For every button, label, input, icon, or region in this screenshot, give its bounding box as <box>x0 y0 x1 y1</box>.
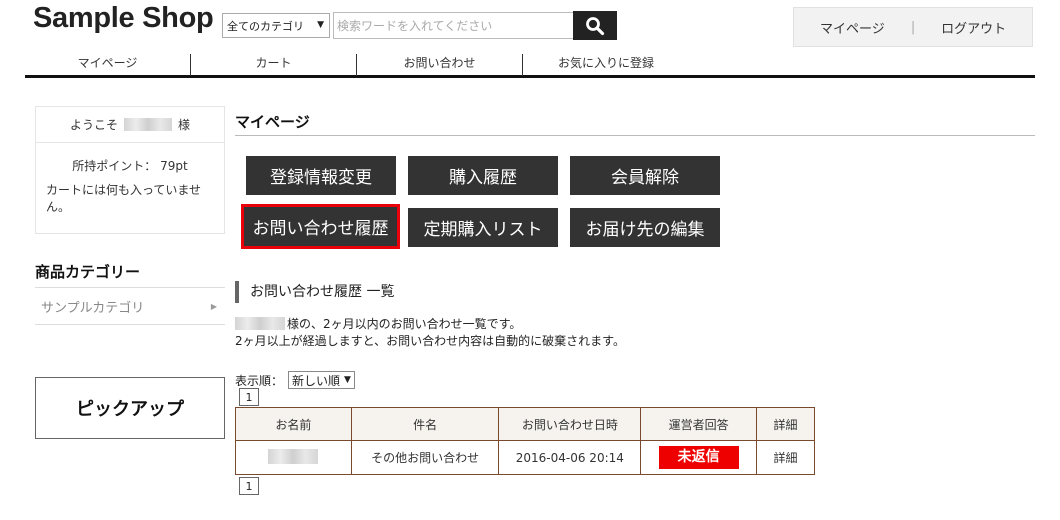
logout-link[interactable]: ログアウト <box>915 18 1032 37</box>
search-button[interactable] <box>573 11 617 40</box>
search-placeholder: 検索ワードを入れてください <box>337 19 493 33</box>
search-input[interactable]: 検索ワードを入れてください <box>333 12 574 39</box>
category-heading: 商品カテゴリー <box>35 263 141 281</box>
shop-logo[interactable]: Sample Shop <box>33 2 214 35</box>
cart-status: カートには何も入っていません。 <box>46 183 202 214</box>
inquiry-description: 様の、2ヶ月以内のお問い合わせ一覧です。 2ヶ月以上が経過しますと、お問い合わせ… <box>235 316 625 350</box>
column-header-subject: 件名 <box>350 407 500 441</box>
chevron-down-icon: ▼ <box>344 375 351 385</box>
column-header-detail: 詳細 <box>756 407 815 441</box>
title-divider <box>235 135 1035 136</box>
chevron-right-icon: ▶ <box>210 301 217 311</box>
cell-name <box>235 440 352 475</box>
redacted-username <box>268 448 319 464</box>
description-line-2: 2ヶ月以上が経過しますと、お問い合わせ内容は自動的に破棄されます。 <box>235 334 625 348</box>
column-header-name: お名前 <box>235 407 352 441</box>
welcome-prefix: ようこそ <box>69 118 118 132</box>
sort-select-value: 新しい順 <box>292 373 341 388</box>
chevron-down-icon: ▼ <box>317 20 324 30</box>
gnav-contact[interactable]: お問い合わせ <box>357 54 523 76</box>
subscription-list-button[interactable]: 定期購入リスト <box>408 208 558 247</box>
table-row: その他お問い合わせ 2016-04-06 20:14 未返信 詳細 <box>235 440 815 475</box>
header-mypage-link[interactable]: マイページ <box>794 18 911 37</box>
table-header-row: お名前 件名 お問い合わせ日時 運営者回答 詳細 <box>235 407 815 441</box>
pager-top-page-1[interactable]: 1 <box>239 388 259 406</box>
edit-registration-button[interactable]: 登録情報変更 <box>246 156 396 195</box>
pager-bottom-page-1[interactable]: 1 <box>239 477 259 495</box>
sidebar-category-item[interactable]: サンプルカテゴリ ▶ <box>35 287 225 325</box>
cell-reply-status: 未返信 <box>640 440 758 475</box>
edit-shipping-button[interactable]: お届け先の編集 <box>570 208 720 247</box>
points-display: 所持ポイント： 79pt <box>72 159 188 173</box>
inquiry-history-button[interactable]: お問い合わせ履歴 <box>241 204 400 249</box>
global-nav: マイページ カート お問い合わせ お気に入りに登録 <box>25 54 1035 78</box>
description-line-1: 様の、2ヶ月以内のお問い合わせ一覧です。 <box>235 316 625 333</box>
gnav-mypage[interactable]: マイページ <box>25 54 191 76</box>
inquiry-history-table: お名前 件名 お問い合わせ日時 運営者回答 詳細 その他お問い合わせ 2016-… <box>235 407 815 475</box>
gnav-favorite[interactable]: お気に入りに登録 <box>523 54 689 76</box>
purchase-history-button[interactable]: 購入履歴 <box>408 156 558 195</box>
welcome-message: ようこそ 様 <box>36 107 224 143</box>
category-select-value: 全てのカテゴリ <box>227 19 304 33</box>
sort-label: 表示順： <box>235 373 284 388</box>
withdraw-membership-button[interactable]: 会員解除 <box>570 156 720 195</box>
cell-datetime: 2016-04-06 20:14 <box>498 440 642 475</box>
search-icon <box>586 16 605 35</box>
redacted-username <box>235 317 285 330</box>
detail-link[interactable]: 詳細 <box>756 440 815 475</box>
redacted-username <box>124 118 172 131</box>
status-badge: 未返信 <box>658 446 739 469</box>
section-title: お問い合わせ履歴 一覧 <box>235 281 394 303</box>
gnav-cart[interactable]: カート <box>191 54 357 76</box>
sort-select[interactable]: 新しい順 ▼ <box>288 371 355 389</box>
category-item-label: サンプルカテゴリ <box>41 300 145 316</box>
pickup-banner[interactable]: ピックアップ <box>35 377 225 439</box>
column-header-datetime: お問い合わせ日時 <box>498 407 642 441</box>
sort-control: 表示順： 新しい順 ▼ <box>235 371 355 389</box>
page-title: マイページ <box>235 113 310 131</box>
column-header-reply: 運営者回答 <box>640 407 758 441</box>
description-line-1-text: 様の、2ヶ月以内のお問い合わせ一覧です。 <box>287 317 522 331</box>
welcome-suffix: 様 <box>178 118 191 132</box>
cell-subject: その他お問い合わせ <box>350 440 500 475</box>
welcome-box: ようこそ 様 所持ポイント： 79pt カートには何も入っていません。 <box>35 106 225 234</box>
account-links: マイページ | ログアウト <box>793 7 1033 47</box>
category-select[interactable]: 全てのカテゴリ ▼ <box>222 13 330 38</box>
